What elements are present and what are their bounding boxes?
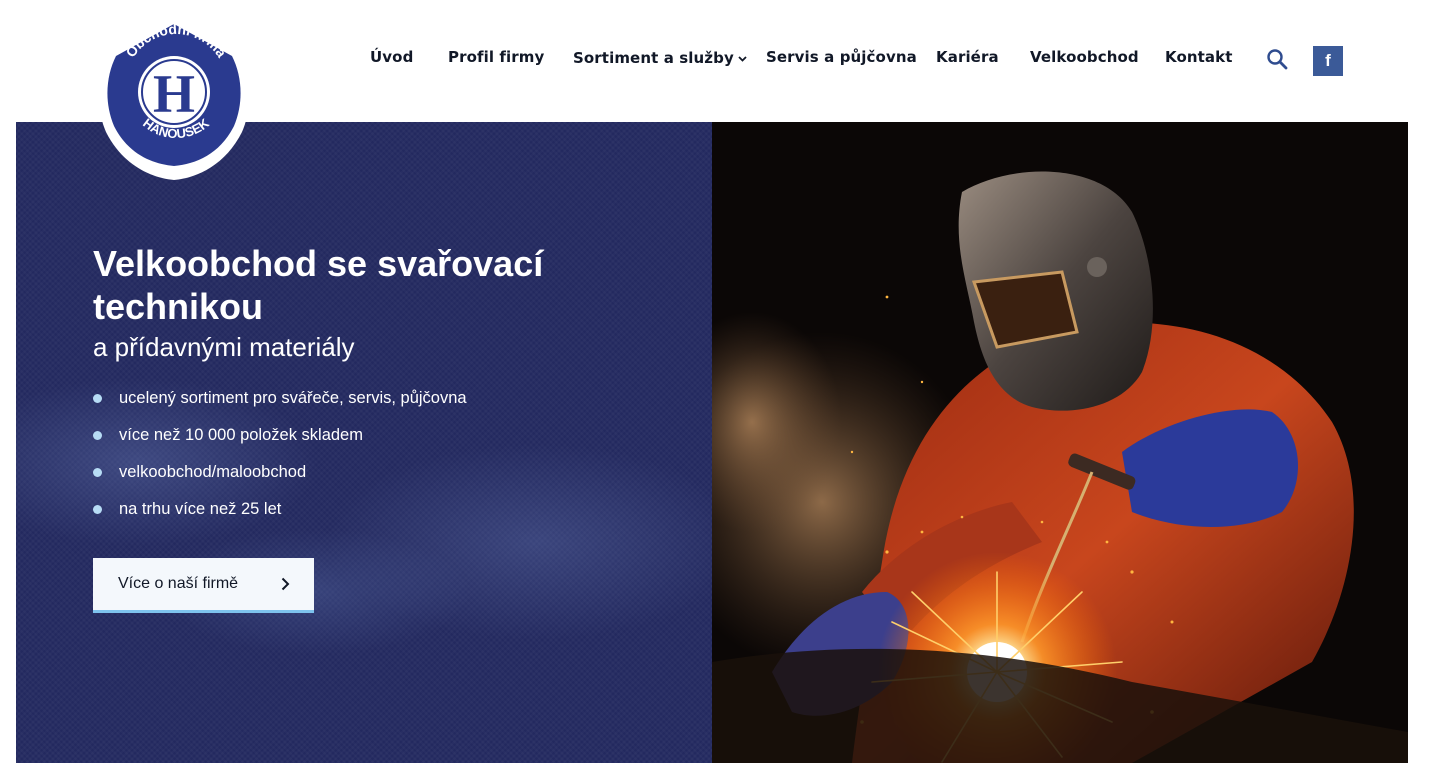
nav-item-sortiment-label: Sortiment a služby <box>573 49 734 67</box>
logo-badge: Obchodní firma HANOUSEK H <box>98 16 250 180</box>
chevron-right-icon <box>281 577 290 596</box>
list-item: na trhu více než 25 let <box>93 498 467 535</box>
nav-item-uvod[interactable]: Úvod <box>370 48 413 66</box>
nav-item-velkoobchod[interactable]: Velkoobchod <box>1030 48 1139 66</box>
search-icon <box>1267 49 1288 70</box>
hero-text-panel: Velkoobchod se svařovací technikou a pří… <box>16 122 712 763</box>
nav-item-profil-firmy[interactable]: Profil firmy <box>448 48 544 66</box>
facebook-button[interactable]: f <box>1313 46 1343 76</box>
bullet-text: ucelený sortiment pro svářeče, servis, p… <box>119 389 467 407</box>
hero-bullet-list: ucelený sortiment pro svářeče, servis, p… <box>93 387 467 535</box>
list-item: více než 10 000 položek skladem <box>93 424 467 461</box>
nav-item-kontakt[interactable]: Kontakt <box>1165 48 1232 66</box>
bullet-text: velkoobchod/maloobchod <box>119 463 307 481</box>
chevron-down-icon <box>738 48 747 66</box>
nav-item-kariera[interactable]: Kariéra <box>936 48 999 66</box>
list-item: ucelený sortiment pro svářeče, servis, p… <box>93 387 467 424</box>
welder-illustration <box>712 122 1408 763</box>
company-logo[interactable]: Obchodní firma HANOUSEK H <box>86 14 262 182</box>
search-button[interactable] <box>1266 48 1292 74</box>
logo-monogram: H <box>153 64 195 124</box>
bullet-text: na trhu více než 25 let <box>119 500 282 518</box>
bullet-icon <box>93 394 102 403</box>
facebook-icon: f <box>1325 51 1331 70</box>
bullet-icon <box>93 468 102 477</box>
nav-item-sortiment[interactable]: Sortiment a služby <box>573 48 747 67</box>
nav-item-servis[interactable]: Servis a půjčovna <box>766 48 917 66</box>
bullet-icon <box>93 431 102 440</box>
about-company-button-label: Více o naší firmě <box>118 575 239 592</box>
about-company-button[interactable]: Více o naší firmě <box>93 558 314 613</box>
hero-title: Velkoobchod se svařovací technikou <box>93 243 544 327</box>
hero-subtitle: a přídavnými materiály <box>93 332 355 362</box>
welder-photo <box>712 122 1408 763</box>
list-item: velkoobchod/maloobchod <box>93 461 467 498</box>
bullet-icon <box>93 505 102 514</box>
hero-section: Velkoobchod se svařovací technikou a pří… <box>16 122 1408 763</box>
bullet-text: více než 10 000 položek skladem <box>119 426 363 444</box>
